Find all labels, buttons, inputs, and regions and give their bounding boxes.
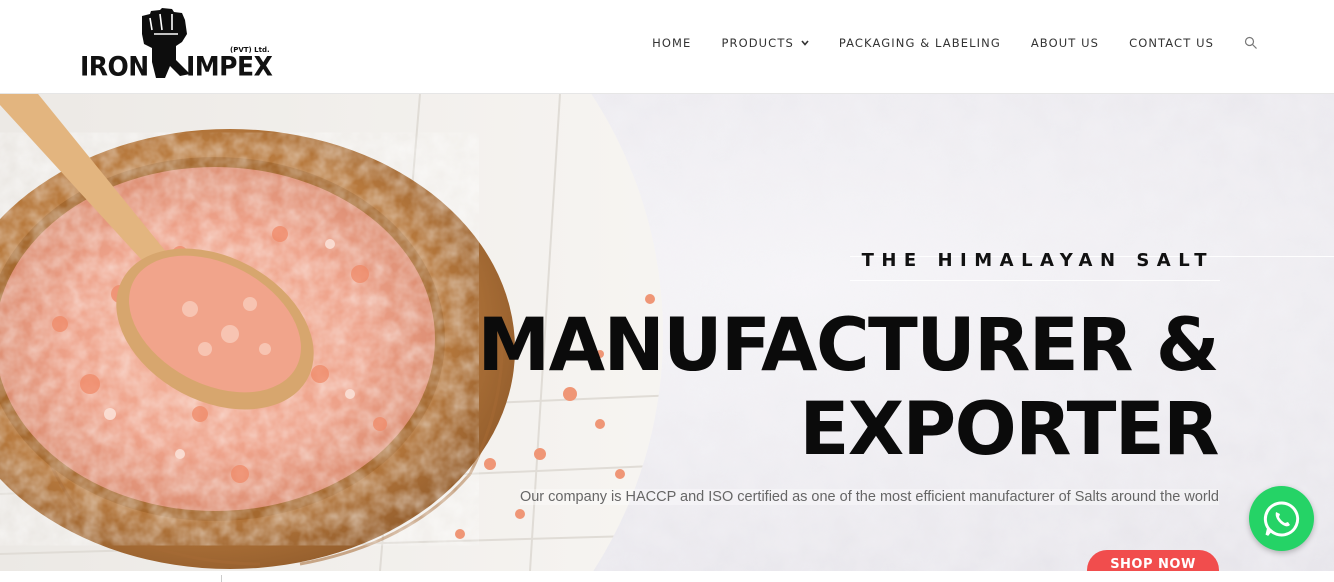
site-header: IRON (PVT) Ltd. IMPEX HOME PRODUCTS PACK… <box>0 0 1334 94</box>
eyebrow-rule-bottom <box>850 280 1220 281</box>
brand-name-left: IRON <box>80 51 149 82</box>
nav-home-label: HOME <box>652 36 692 50</box>
nav-packaging-labeling[interactable]: PACKAGING & LABELING <box>839 34 1001 52</box>
page-below-fold <box>0 571 1334 582</box>
site-logo[interactable]: IRON (PVT) Ltd. IMPEX <box>80 8 285 82</box>
brand-name-right: IMPEX <box>186 51 273 82</box>
nav-contact-us[interactable]: CONTACT US <box>1129 34 1214 52</box>
chevron-down-icon <box>801 40 809 46</box>
nav-home[interactable]: HOME <box>652 34 691 52</box>
divider <box>221 575 222 582</box>
hero-headline-line1: MANUFACTURER & <box>477 303 1219 388</box>
hero-eyebrow: THE HIMALAYAN SALT <box>861 250 1214 271</box>
nav-packaging-label: PACKAGING & LABELING <box>838 36 1001 50</box>
hero-headline-line2: EXPORTER <box>799 387 1219 472</box>
hero-subtitle: Our company is HACCP and ISO certified a… <box>519 489 1219 505</box>
nav-products[interactable]: PRODUCTS <box>721 34 809 52</box>
nav-about-label: ABOUT US <box>1030 36 1100 50</box>
nav-about-us[interactable]: ABOUT US <box>1031 34 1099 52</box>
whatsapp-chat-button[interactable] <box>1249 486 1314 551</box>
search-icon[interactable] <box>1244 36 1258 50</box>
nav-products-label: PRODUCTS <box>721 36 794 50</box>
whatsapp-icon <box>1263 500 1299 536</box>
nav-contact-label: CONTACT US <box>1129 36 1214 50</box>
main-nav: HOME PRODUCTS PACKAGING & LABELING ABOUT… <box>652 34 1258 52</box>
hero-headline: MANUFACTURER & EXPORTER <box>477 303 1219 472</box>
hero-slider: THE HIMALAYAN SALT MANUFACTURER & EXPORT… <box>0 94 1334 571</box>
shop-now-button[interactable]: SHOP NOW <box>1087 550 1219 571</box>
